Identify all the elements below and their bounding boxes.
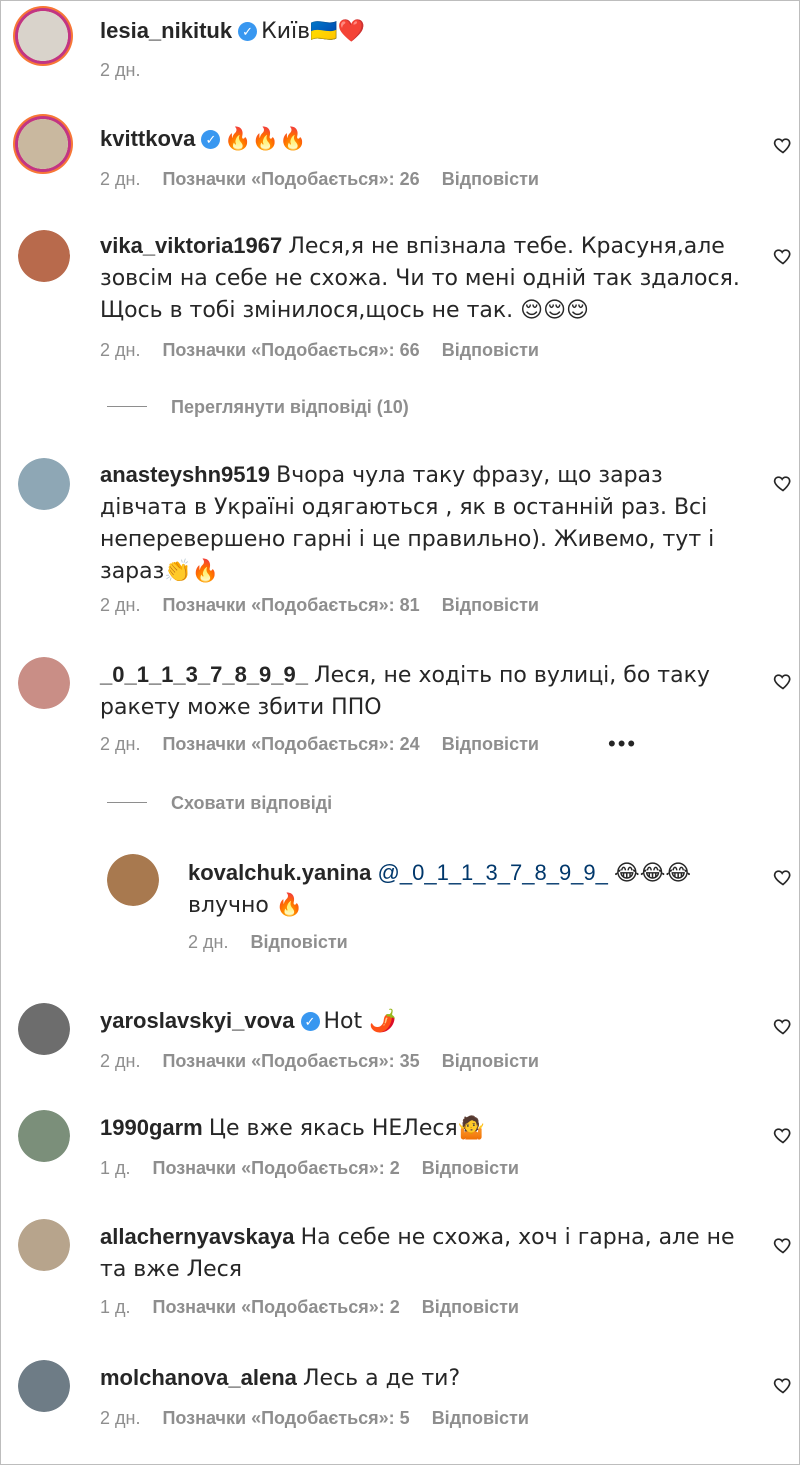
- avatar[interactable]: [18, 1360, 70, 1412]
- likes-count[interactable]: Позначки «Подобається»: 26: [162, 169, 419, 189]
- verified-badge-icon: ✓: [300, 1012, 320, 1031]
- likes-count[interactable]: Позначки «Подобається»: 66: [162, 340, 419, 360]
- username[interactable]: vika_viktoria1967: [100, 233, 282, 258]
- avatar[interactable]: [18, 11, 68, 61]
- username[interactable]: kovalchuk.yanina: [188, 860, 371, 885]
- comment-body: 🔥🔥🔥: [224, 127, 307, 152]
- comment-body: Це вже якась НЕЛеся🤷: [208, 1116, 486, 1141]
- comment-text: lesia_nikituk ✓ Київ🇺🇦❤️: [100, 15, 740, 47]
- hide-replies-label[interactable]: Сховати відповіді: [171, 793, 332, 813]
- comment-meta: 2 дн. Позначки «Подобається»: 66 Відповіст…: [100, 340, 561, 361]
- thread-line: [107, 406, 147, 407]
- timestamp[interactable]: 2 дн.: [100, 1051, 140, 1071]
- avatar[interactable]: [18, 230, 70, 282]
- heart-icon[interactable]: [773, 1235, 793, 1255]
- reply-button[interactable]: Відповісти: [422, 1158, 519, 1178]
- reply-button[interactable]: Відповісти: [442, 595, 539, 615]
- avatar[interactable]: [18, 1219, 70, 1271]
- timestamp[interactable]: 2 дн.: [100, 340, 140, 360]
- reply-button[interactable]: Відповісти: [422, 1297, 519, 1317]
- comment-meta: 2 дн. Відповісти: [188, 932, 370, 953]
- username[interactable]: anasteyshn9519: [100, 462, 270, 487]
- username[interactable]: _0_1_1_3_7_8_9_9_: [100, 662, 308, 687]
- heart-icon[interactable]: [773, 1375, 793, 1395]
- view-replies-label[interactable]: Переглянути відповіді (10): [171, 397, 409, 417]
- hide-replies-toggle[interactable]: Сховати відповіді: [107, 793, 332, 814]
- likes-count[interactable]: Позначки «Подобається»: 24: [162, 734, 419, 754]
- likes-count[interactable]: Позначки «Подобається»: 2: [153, 1158, 400, 1178]
- timestamp[interactable]: 2 дн.: [100, 595, 140, 615]
- heart-icon[interactable]: [773, 246, 793, 266]
- comment-text: _0_1_1_3_7_8_9_9_ Леся, не ходіть по вул…: [100, 659, 740, 723]
- username[interactable]: 1990garm: [100, 1115, 203, 1140]
- timestamp[interactable]: 2 дн.: [100, 169, 140, 189]
- likes-count[interactable]: Позначки «Подобається»: 35: [162, 1051, 419, 1071]
- username[interactable]: molchanova_alena: [100, 1365, 297, 1390]
- reply-text: kovalchuk.yanina @_0_1_1_3_7_8_9_9_ 😂😂😂 …: [188, 857, 748, 921]
- view-replies-toggle[interactable]: Переглянути відповіді (10): [107, 397, 409, 418]
- reply-button[interactable]: Відповісти: [432, 1408, 529, 1428]
- avatar[interactable]: [18, 1003, 70, 1055]
- comment-meta: 2 дн. Позначки «Подобається»: 35 Відповіст…: [100, 1051, 561, 1072]
- comment-text: anasteyshn9519 Вчора чула таку фразу, що…: [100, 459, 740, 587]
- comment-text: yaroslavskyi_vova ✓ Hot 🌶️: [100, 1005, 740, 1037]
- timestamp[interactable]: 2 дн.: [100, 60, 140, 80]
- username[interactable]: allachernyavskaya: [100, 1224, 295, 1249]
- username[interactable]: lesia_nikituk: [100, 18, 232, 43]
- comment-text: 1990garm Це вже якась НЕЛеся🤷: [100, 1112, 740, 1144]
- heart-icon[interactable]: [773, 135, 793, 155]
- comment-text: vika_viktoria1967 Леся,я не впізнала теб…: [100, 230, 740, 326]
- comment-meta: 1 д. Позначки «Подобається»: 2 Відповісти: [100, 1297, 541, 1318]
- comment-meta: 2 дн. Позначки «Подобається»: 24 Відповіст…: [100, 734, 561, 755]
- reply-button[interactable]: Відповісти: [442, 340, 539, 360]
- timestamp[interactable]: 1 д.: [100, 1158, 131, 1178]
- likes-count[interactable]: Позначки «Подобається»: 81: [162, 595, 419, 615]
- thread-line: [107, 802, 147, 803]
- heart-icon[interactable]: [773, 473, 793, 493]
- heart-icon[interactable]: [773, 671, 793, 691]
- reply-button[interactable]: Відповісти: [250, 932, 347, 952]
- avatar[interactable]: [18, 119, 68, 169]
- avatar[interactable]: [18, 657, 70, 709]
- timestamp[interactable]: 2 дн.: [100, 1408, 140, 1428]
- comment-body: Київ🇺🇦❤️: [261, 19, 365, 44]
- mention-link[interactable]: @_0_1_1_3_7_8_9_9_: [378, 860, 608, 885]
- avatar[interactable]: [18, 458, 70, 510]
- more-options-icon[interactable]: •••: [608, 731, 637, 757]
- avatar[interactable]: [18, 1110, 70, 1162]
- username[interactable]: yaroslavskyi_vova: [100, 1008, 295, 1033]
- comment-meta: 1 д. Позначки «Подобається»: 2 Відповісти: [100, 1158, 541, 1179]
- likes-count[interactable]: Позначки «Подобається»: 5: [162, 1408, 409, 1428]
- reply-button[interactable]: Відповісти: [442, 169, 539, 189]
- reply-button[interactable]: Відповісти: [442, 1051, 539, 1071]
- avatar[interactable]: [107, 854, 159, 906]
- timestamp[interactable]: 1 д.: [100, 1297, 131, 1317]
- comment-text: allachernyavskaya На себе не схожа, хоч …: [100, 1221, 740, 1285]
- comment-meta: 2 дн. Позначки «Подобається»: 26 Відповіст…: [100, 169, 561, 190]
- username[interactable]: kvittkova: [100, 126, 195, 151]
- timestamp[interactable]: 2 дн.: [100, 734, 140, 754]
- comment-text: kvittkova ✓ 🔥🔥🔥: [100, 123, 740, 155]
- comment-meta: 2 дн. Позначки «Подобається»: 81 Відповіст…: [100, 595, 561, 616]
- likes-count[interactable]: Позначки «Подобається»: 2: [153, 1297, 400, 1317]
- heart-icon[interactable]: [773, 1016, 793, 1036]
- reply-button[interactable]: Відповісти: [442, 734, 539, 754]
- timestamp[interactable]: 2 дн.: [188, 932, 228, 952]
- verified-badge-icon: ✓: [201, 130, 221, 149]
- comment-body: Лесь а де ти?: [303, 1366, 461, 1391]
- comment-meta: 2 дн.: [100, 60, 162, 81]
- comment-text: molchanova_alena Лесь а де ти?: [100, 1362, 740, 1394]
- verified-badge-icon: ✓: [238, 22, 258, 41]
- comment-meta: 2 дн. Позначки «Подобається»: 5 Відповісти: [100, 1408, 551, 1429]
- comment-body: Hot 🌶️: [323, 1009, 397, 1034]
- heart-icon[interactable]: [773, 1125, 793, 1145]
- heart-icon[interactable]: [773, 867, 793, 887]
